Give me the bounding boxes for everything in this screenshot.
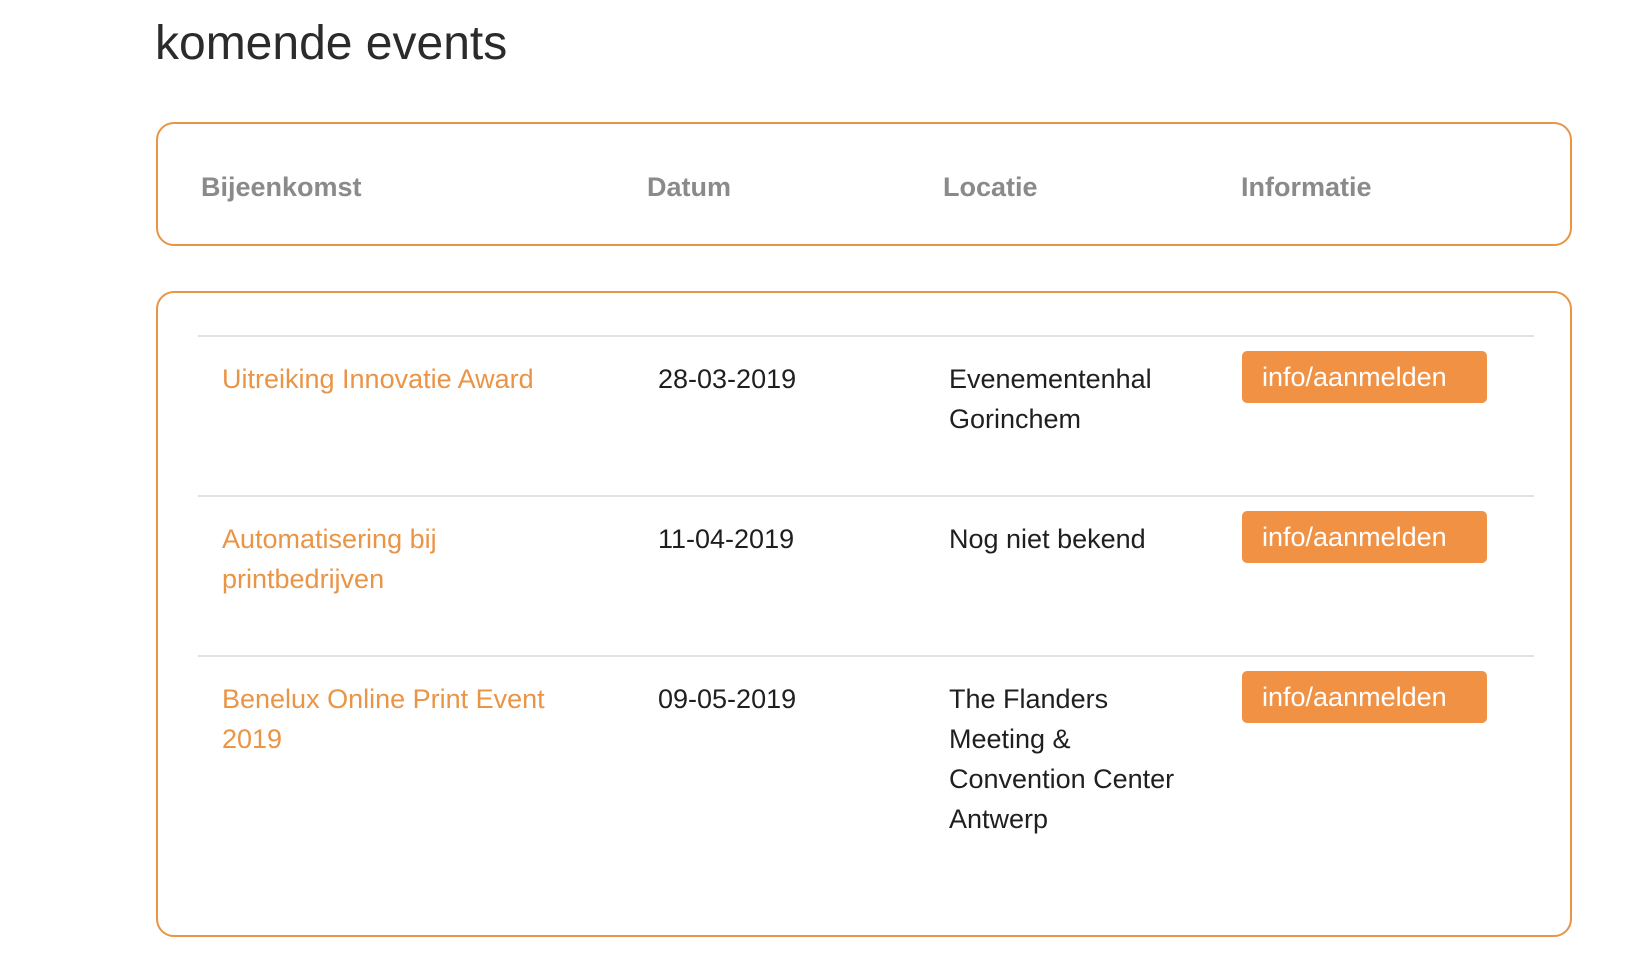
event-location: Nog niet bekend [949, 524, 1146, 554]
column-header-locatie: Locatie [943, 172, 1038, 202]
event-date: 28-03-2019 [658, 364, 797, 394]
column-header-datum: Datum [647, 172, 732, 202]
column-header-informatie: Informatie [1241, 172, 1372, 202]
table-row: Automatisering bij printbedrijven 11-04-… [198, 495, 1534, 655]
info-aanmelden-button[interactable]: info/aanmelden [1242, 351, 1487, 403]
event-date: 11-04-2019 [658, 524, 795, 554]
events-table-body: Uitreiking Innovatie Award 28-03-2019 Ev… [156, 291, 1572, 937]
info-aanmelden-button[interactable]: info/aanmelden [1242, 671, 1487, 723]
event-name-link[interactable]: Uitreiking Innovatie Award [222, 359, 582, 399]
event-location: The Flanders Meeting & Convention Center… [949, 684, 1175, 834]
event-date: 09-05-2019 [658, 684, 797, 714]
event-name-link[interactable]: Benelux Online Print Event 2019 [222, 679, 582, 759]
table-header: Bijeenkomst Datum Locatie Informatie [156, 122, 1572, 246]
event-name-link[interactable]: Automatisering bij printbedrijven [222, 519, 582, 599]
event-location: Evenementenhal Gorinchem [949, 364, 1152, 434]
table-row: Benelux Online Print Event 2019 09-05-20… [198, 655, 1534, 895]
info-aanmelden-button[interactable]: info/aanmelden [1242, 511, 1487, 563]
column-header-bijeenkomst: Bijeenkomst [201, 172, 362, 202]
table-row: Uitreiking Innovatie Award 28-03-2019 Ev… [198, 335, 1534, 495]
page-title: komende events [155, 17, 508, 70]
